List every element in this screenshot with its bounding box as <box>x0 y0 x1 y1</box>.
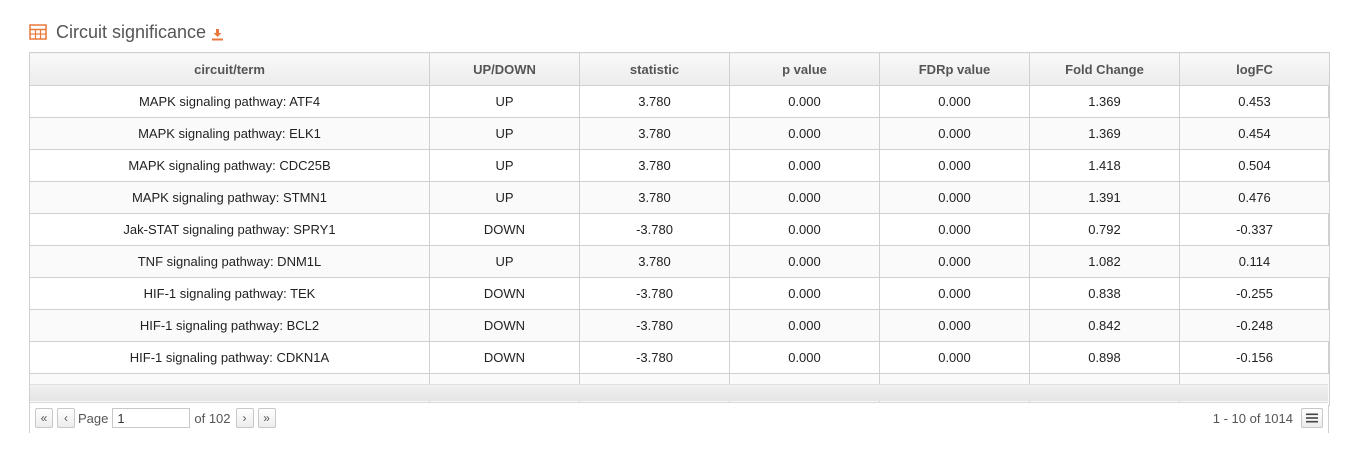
table-cell: 1.391 <box>1029 181 1180 214</box>
table-cell: 0.000 <box>879 117 1030 150</box>
table-cell: 0.454 <box>1179 117 1330 150</box>
table-cell: 0.000 <box>879 85 1030 118</box>
table-cell: Jak-STAT signaling pathway: SPRY1 <box>29 213 430 246</box>
table-cell: -0.248 <box>1179 309 1330 342</box>
table-cell: UP <box>429 149 580 182</box>
table-cell: 0.000 <box>729 213 880 246</box>
table-cell: HIF-1 signaling pathway: CDKN1A <box>29 341 430 374</box>
table-row[interactable]: MAPK signaling pathway: STMN1 UP 3.780 0.00… <box>29 181 1330 214</box>
table-cell: HIF-1 signaling pathway: TEK <box>29 277 430 310</box>
table-row[interactable]: MAPK signaling pathway: ATF4 UP 3.780 0.000… <box>29 85 1330 118</box>
table-cell: -3.780 <box>579 213 730 246</box>
column-header[interactable]: FDRp value <box>879 52 1030 86</box>
table-row[interactable]: Jak-STAT signaling pathway: SPRY1 DOWN -3.… <box>29 213 1330 246</box>
table-cell: MAPK signaling pathway: STMN1 <box>29 181 430 214</box>
download-icon[interactable] <box>211 28 224 41</box>
table-cell: 0.000 <box>729 117 880 150</box>
data-grid: circuit/term UP/DOWN statistic p value FDRp … <box>29 52 1330 433</box>
table-row[interactable]: HIF-1 signaling pathway: TEK DOWN -3.780 0.… <box>29 277 1330 310</box>
table-cell: 0.000 <box>879 309 1030 342</box>
table-cell: 0.000 <box>729 181 880 214</box>
table-icon <box>29 23 47 41</box>
results-table: circuit/term UP/DOWN statistic p value FDRp … <box>29 52 1330 406</box>
paging-toolbar: « ‹ Page of 102 › » 1 - 10 of 1014 <box>30 402 1328 433</box>
table-cell: 0.000 <box>879 181 1030 214</box>
table-cell: TNF signaling pathway: DNM1L <box>29 245 430 278</box>
table-cell: 0.000 <box>879 341 1030 374</box>
page-label: Page <box>78 410 109 426</box>
table-cell: MAPK signaling pathway: ELK1 <box>29 117 430 150</box>
column-header[interactable]: statistic <box>579 52 730 86</box>
column-header[interactable]: UP/DOWN <box>429 52 580 86</box>
table-cell: MAPK signaling pathway: CDC25B <box>29 149 430 182</box>
panel-title: Circuit significance <box>29 18 224 46</box>
menu-button[interactable] <box>1301 408 1323 428</box>
prev-page-button[interactable]: ‹ <box>57 408 75 428</box>
table-cell: -0.156 <box>1179 341 1330 374</box>
table-cell: UP <box>429 181 580 214</box>
table-cell: 0.842 <box>1029 309 1180 342</box>
horizontal-scrollbar[interactable] <box>30 384 1328 401</box>
table-cell: 0.504 <box>1179 149 1330 182</box>
table-cell: 0.000 <box>729 277 880 310</box>
header-row: circuit/term UP/DOWN statistic p value FDRp … <box>29 52 1330 86</box>
table-row[interactable]: HIF-1 signaling pathway: CDKN1A DOWN -3.78… <box>29 341 1330 374</box>
table-cell: UP <box>429 245 580 278</box>
table-cell: 0.000 <box>729 245 880 278</box>
record-range-label: 1 - 10 of 1014 <box>1212 410 1293 426</box>
table-cell: UP <box>429 117 580 150</box>
table-cell: 0.000 <box>729 309 880 342</box>
table-cell: MAPK signaling pathway: ATF4 <box>29 85 430 118</box>
column-header[interactable]: p value <box>729 52 880 86</box>
table-cell: -0.337 <box>1179 213 1330 246</box>
page-number-input[interactable] <box>112 408 191 428</box>
table-cell: DOWN <box>429 277 580 310</box>
table-cell: 1.369 <box>1029 117 1180 150</box>
table-row[interactable]: TNF signaling pathway: DNM1L UP 3.780 0.000… <box>29 245 1330 278</box>
table-cell: 0.000 <box>879 149 1030 182</box>
table-cell: DOWN <box>429 213 580 246</box>
table-cell: UP <box>429 85 580 118</box>
table-cell: 1.082 <box>1029 245 1180 278</box>
panel-title-text: Circuit significance <box>56 21 207 42</box>
last-page-button[interactable]: » <box>257 408 276 428</box>
table-cell: DOWN <box>429 309 580 342</box>
table-cell: 3.780 <box>579 245 730 278</box>
table-cell: 0.000 <box>729 85 880 118</box>
table-cell: -3.780 <box>579 277 730 310</box>
table-cell: 1.369 <box>1029 85 1180 118</box>
table-cell: 3.780 <box>579 117 730 150</box>
table-cell: -3.780 <box>579 309 730 342</box>
table-cell: 0.000 <box>729 341 880 374</box>
next-page-button[interactable]: › <box>235 408 254 428</box>
table-cell: 0.453 <box>1179 85 1330 118</box>
table-cell: 1.418 <box>1029 149 1180 182</box>
table-cell: 0.476 <box>1179 181 1330 214</box>
page-count-label: of 102 <box>194 410 231 426</box>
table-cell: 0.114 <box>1179 245 1330 278</box>
table-cell: 0.000 <box>729 149 880 182</box>
table-row[interactable]: HIF-1 signaling pathway: BCL2 DOWN -3.780 0… <box>29 309 1330 342</box>
table-cell: 0.000 <box>879 245 1030 278</box>
menu-icon <box>1306 411 1318 426</box>
table-row[interactable]: MAPK signaling pathway: CDC25B UP 3.780 0.0… <box>29 149 1330 182</box>
table-cell: 3.780 <box>579 149 730 182</box>
table-cell: 3.780 <box>579 85 730 118</box>
table-cell: DOWN <box>429 341 580 374</box>
column-header[interactable]: circuit/term <box>29 52 430 86</box>
table-cell: 0.000 <box>879 213 1030 246</box>
first-page-button[interactable]: « <box>35 408 53 428</box>
table-cell: -0.255 <box>1179 277 1330 310</box>
table-cell: 0.898 <box>1029 341 1180 374</box>
table-cell: HIF-1 signaling pathway: BCL2 <box>29 309 430 342</box>
column-header[interactable]: logFC <box>1179 52 1330 86</box>
table-cell: 3.780 <box>579 181 730 214</box>
grid-body: MAPK signaling pathway: ATF4 UP 3.780 0.000… <box>29 85 1330 406</box>
table-cell: 0.792 <box>1029 213 1180 246</box>
table-cell: -3.780 <box>579 341 730 374</box>
column-header[interactable]: Fold Change <box>1029 52 1180 86</box>
table-cell: 0.000 <box>879 277 1030 310</box>
table-cell: 0.838 <box>1029 277 1180 310</box>
table-row[interactable]: MAPK signaling pathway: ELK1 UP 3.780 0.000… <box>29 117 1330 150</box>
